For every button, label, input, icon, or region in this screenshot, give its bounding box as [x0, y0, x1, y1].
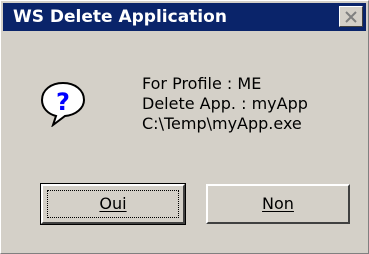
yes-button-label: Oui — [99, 194, 127, 213]
no-button[interactable]: Non — [206, 184, 350, 224]
question-icon: ? — [39, 81, 87, 128]
path-line: C:\Temp\myApp.exe — [142, 114, 302, 133]
message-text: For Profile : ME Delete App. : myApp C:\… — [142, 74, 308, 134]
title-bar[interactable]: WS Delete Application — [3, 3, 366, 31]
app-line: Delete App. : myApp — [142, 94, 308, 113]
close-icon — [345, 11, 357, 23]
svg-text:?: ? — [56, 88, 70, 116]
yes-button[interactable]: Oui — [40, 183, 186, 225]
profile-line: For Profile : ME — [142, 74, 262, 93]
close-button[interactable] — [339, 6, 363, 27]
focus-rect: Oui — [47, 190, 179, 218]
window-title: WS Delete Application — [13, 7, 227, 27]
message-dialog: WS Delete Application ? For Profile : ME… — [0, 0, 369, 254]
no-button-label: Non — [262, 194, 294, 213]
